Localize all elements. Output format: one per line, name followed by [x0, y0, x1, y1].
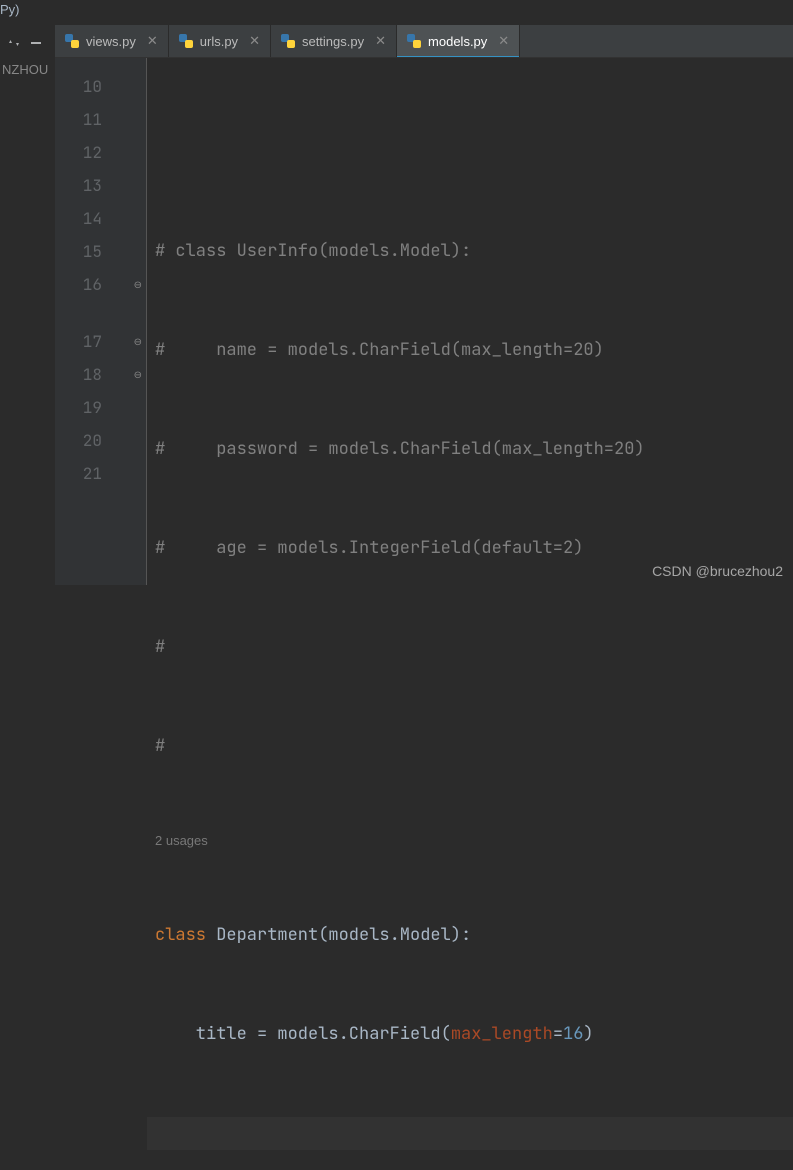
project-tree-fragment: NZHOU	[0, 60, 50, 79]
close-icon[interactable]: ✕	[375, 33, 386, 49]
tab-label: urls.py	[200, 34, 238, 49]
line-number: 21	[55, 457, 146, 490]
watermark: CSDN @brucezhou2	[652, 563, 783, 579]
line-gutter: 10 11 12 13 14 15 16 ⊖ 17 ⊖ 18 ⊖ 19 20 2…	[55, 58, 147, 585]
line-number: 18	[55, 358, 146, 391]
tab-label: views.py	[86, 34, 136, 49]
code-line: #	[147, 730, 793, 763]
line-number: 10	[55, 70, 146, 103]
line-number: 16	[55, 268, 146, 301]
fold-icon[interactable]: ⊖	[134, 358, 142, 391]
tab-label: models.py	[428, 34, 487, 49]
code-line: #	[147, 631, 793, 664]
code-line	[147, 136, 793, 169]
close-icon[interactable]: ✕	[147, 33, 158, 49]
line-number: 15	[55, 235, 146, 268]
close-icon[interactable]: ✕	[498, 33, 509, 49]
code-line: # age = models.IntegerField(default=2)	[147, 532, 793, 565]
line-number: 13	[55, 169, 146, 202]
fold-icon[interactable]: ⊖	[134, 325, 142, 358]
line-number: 17	[55, 325, 146, 358]
toolbar-left	[0, 30, 50, 60]
fold-icon[interactable]: ⊖	[134, 268, 142, 301]
python-icon	[179, 34, 193, 48]
line-number: 20	[55, 424, 146, 457]
code-line: # class UserInfo(models.Model):	[147, 235, 793, 268]
line-number: 19	[55, 391, 146, 424]
minus-icon[interactable]	[29, 36, 43, 55]
code-editor[interactable]: 10 11 12 13 14 15 16 ⊖ 17 ⊖ 18 ⊖ 19 20 2…	[55, 57, 793, 585]
tab-label: settings.py	[302, 34, 364, 49]
close-icon[interactable]: ✕	[249, 33, 260, 49]
line-number: 11	[55, 103, 146, 136]
code-line: title = models.CharField(max_length=16)	[147, 1018, 793, 1051]
tab-settings[interactable]: settings.py ✕	[271, 25, 397, 57]
code-content[interactable]: # class UserInfo(models.Model): # name =…	[147, 58, 793, 585]
top-fragment: Py)	[0, 2, 20, 17]
code-line: # name = models.CharField(max_length=20)	[147, 334, 793, 367]
line-number: 12	[55, 136, 146, 169]
code-line: # password = models.CharField(max_length…	[147, 433, 793, 466]
tab-views[interactable]: views.py ✕	[55, 25, 169, 57]
python-icon	[407, 34, 421, 48]
line-number: 14	[55, 202, 146, 235]
code-line-current	[147, 1117, 793, 1150]
collapse-icon[interactable]	[7, 36, 21, 55]
usages-hint[interactable]: 2 usages	[147, 829, 793, 853]
tab-models[interactable]: models.py ✕	[397, 25, 520, 57]
tab-urls[interactable]: urls.py ✕	[169, 25, 271, 57]
editor-tabs: views.py ✕ urls.py ✕ settings.py ✕ model…	[55, 25, 793, 57]
code-line: class Department(models.Model):	[147, 919, 793, 952]
python-icon	[281, 34, 295, 48]
python-icon	[65, 34, 79, 48]
